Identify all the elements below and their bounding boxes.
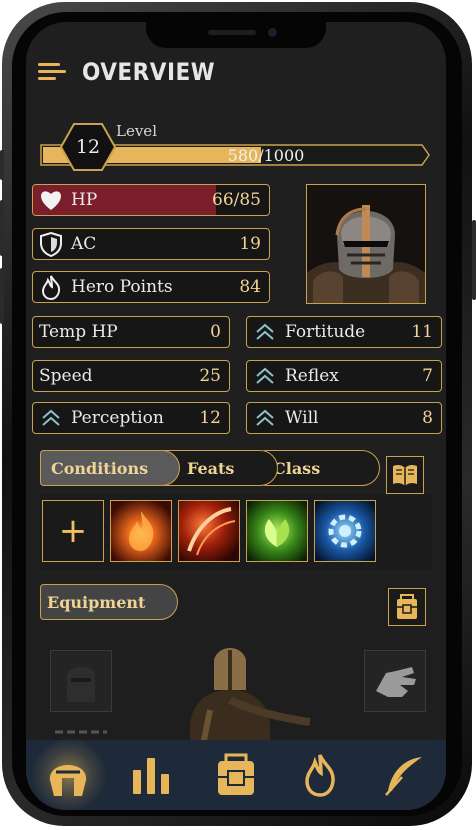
chain-icon [55,730,107,734]
mute-switch [0,150,4,180]
blade-slash-icon[interactable] [178,500,240,562]
tab-bar: Class Feats Conditions [40,450,380,488]
stat-temp-hp-value: 0 [210,322,221,342]
stat-hp-value: 66/85 [212,190,261,210]
gauntlet-icon [376,667,416,697]
stat-temp-hp-label: Temp HP [39,322,118,342]
stat-hero-points-value: 84 [239,277,261,297]
stats-bars-icon [133,758,169,794]
stat-reflex[interactable]: Reflex 7 [246,360,442,392]
backpack-icon [218,753,254,795]
chevron-up-icon [251,362,279,390]
level-label: Level [116,122,157,140]
stat-reflex-value: 7 [422,366,433,386]
stat-will-value: 8 [422,408,433,428]
character-portrait[interactable] [306,184,426,304]
stat-speed-value: 25 [199,366,221,386]
chevron-up-icon [37,404,65,432]
header: OVERVIEW [34,52,434,92]
gear-blue-icon[interactable] [314,500,376,562]
app-screen: OVERVIEW 580/1000 12 Level HP 66/85 AC 1… [26,22,446,810]
stat-perception[interactable]: Perception 12 [32,402,230,434]
stat-ac[interactable]: AC 19 [32,228,270,260]
nav-stats[interactable] [110,740,194,810]
hamburger-menu-icon[interactable] [38,61,66,83]
book-button[interactable] [386,456,424,494]
tab-class[interactable]: Class [262,450,380,486]
helmet-nav-icon [49,765,87,796]
stat-hp-label: HP [71,190,98,210]
book-icon [393,464,417,486]
add-condition-label: + [58,511,88,551]
tab-conditions-label: Conditions [51,458,149,478]
stat-ac-value: 19 [239,234,261,254]
stat-will-label: Will [285,408,319,428]
stat-fortitude[interactable]: Fortitude 11 [246,316,442,348]
flame-nav-icon [305,754,335,797]
stat-temp-hp[interactable]: Temp HP 0 [32,316,230,348]
stat-will[interactable]: Will 8 [246,402,442,434]
nav-spells[interactable] [278,740,362,810]
speaker [208,30,256,35]
level-value: 12 [75,136,101,158]
stat-perception-value: 12 [199,408,221,428]
chevron-up-icon [251,318,279,346]
chevron-up-icon [251,404,279,432]
fire-spell-icon[interactable] [110,500,172,562]
conditions-panel: + [40,494,432,570]
stat-perception-label: Perception [71,408,164,428]
feather-icon [385,757,422,796]
nav-notes[interactable] [362,740,446,810]
gauntlet-slot[interactable] [364,650,426,712]
helmet-icon [67,667,95,702]
stat-speed-label: Speed [39,366,93,386]
page-title: OVERVIEW [82,58,216,86]
stat-hero-points[interactable]: Hero Points 84 [32,271,270,303]
bottom-navigation [26,738,446,810]
stat-reflex-label: Reflex [285,366,339,386]
leaf-nature-icon[interactable] [246,500,308,562]
flame-icon [37,273,65,301]
volume-down-button [0,268,4,324]
tab-conditions[interactable]: Conditions [40,450,180,486]
volume-up-button [0,200,4,256]
tab-equipment-label: Equipment [47,592,146,612]
helmet-slot[interactable] [50,650,112,712]
stat-ac-label: AC [71,234,97,254]
tab-equipment[interactable]: Equipment [40,584,178,620]
xp-text: 580/1000 [227,146,305,165]
add-condition-button[interactable]: + [42,500,104,562]
stat-hero-points-label: Hero Points [71,277,173,297]
shield-icon [37,230,65,258]
power-button [472,220,476,300]
tab-feats-label: Feats [187,458,235,478]
front-camera [268,28,277,37]
stat-fortitude-label: Fortitude [285,322,366,342]
tab-class-label: Class [273,458,321,478]
stat-hp[interactable]: HP 66/85 [32,184,270,216]
notch [146,22,326,48]
chest-icon [397,594,417,619]
level-badge: 12 [60,122,116,172]
nav-inventory[interactable] [194,740,278,810]
nav-overview[interactable] [26,738,110,810]
stat-speed[interactable]: Speed 25 [32,360,230,392]
stat-fortitude-value: 11 [411,322,433,342]
heart-icon [37,186,65,214]
chest-button[interactable] [388,588,426,626]
